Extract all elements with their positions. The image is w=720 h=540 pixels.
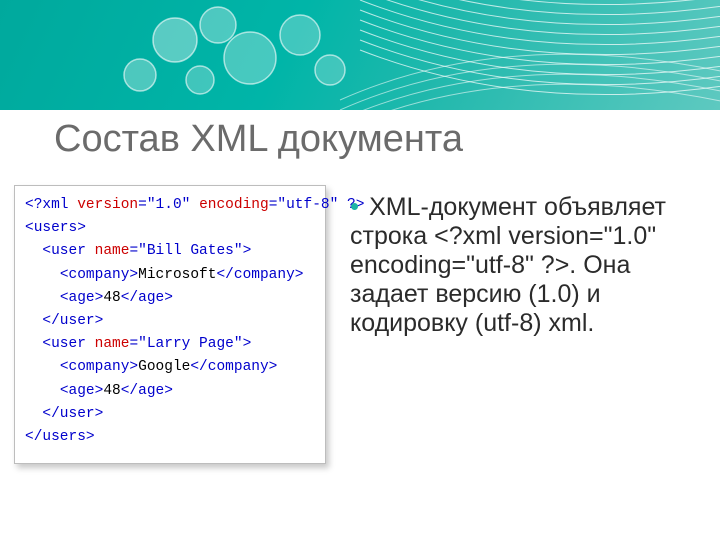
slide-title: Состав XML документа xyxy=(54,118,463,161)
banner-pattern xyxy=(0,0,720,110)
bullet-text: XML-документ объявляет строка <?xml vers… xyxy=(350,193,666,337)
decorative-banner xyxy=(0,0,720,110)
bullet-item: XML-документ объявляет строка <?xml vers… xyxy=(350,191,692,338)
xml-code-example: <?xml version="1.0" encoding="utf-8" ?> … xyxy=(14,185,326,464)
slide-body: XML-документ объявляет строка <?xml vers… xyxy=(350,185,706,464)
